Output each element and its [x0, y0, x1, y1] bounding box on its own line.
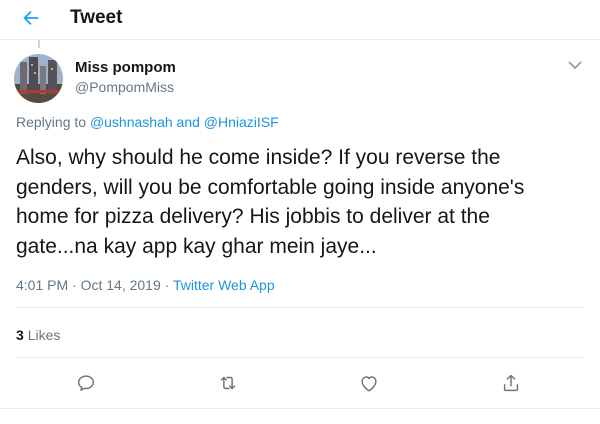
replying-and[interactable]: and [177, 114, 200, 130]
tweet-meta: 4:01 PM · Oct 14, 2019 · Twitter Web App [16, 277, 275, 293]
timestamp[interactable]: 4:01 PM · Oct 14, 2019 [16, 277, 161, 293]
mention-link-1[interactable]: @ushnashah [90, 114, 173, 130]
author-handle[interactable]: @PompomMiss [75, 79, 174, 95]
share-icon[interactable] [500, 372, 522, 394]
back-arrow-icon[interactable] [20, 7, 42, 29]
avatar[interactable] [14, 54, 63, 103]
replying-prefix: Replying to [16, 114, 87, 130]
divider [16, 357, 584, 358]
bottom-border [0, 408, 600, 409]
like-icon[interactable] [358, 372, 380, 394]
likes-count: 3 [16, 327, 24, 343]
avatar-photo [14, 54, 63, 103]
thread-connector-line [38, 40, 40, 48]
tweet-text-line: gate...na kay app kay ghar mein jaye... [16, 234, 377, 258]
tweet-text-line: Also, why should he come inside? If you … [16, 146, 501, 169]
page-title: Tweet [70, 7, 123, 28]
tweet-text-line: genders, will you be comfortable going i… [16, 175, 525, 199]
author-name[interactable]: Miss pompom [75, 59, 176, 76]
meta-separator: · [164, 277, 170, 293]
reply-icon[interactable] [75, 372, 97, 394]
likes-label: Likes [27, 327, 61, 343]
divider [16, 307, 584, 308]
chevron-down-icon[interactable] [567, 58, 583, 72]
tweet-text: Also, why should he come inside? If you … [16, 143, 586, 261]
tweet-header: Tweet [0, 0, 600, 40]
replying-to: Replying to @ushnashah and @HniaziISF [16, 114, 279, 130]
source-app-link[interactable]: Twitter Web App [173, 277, 275, 293]
tweet-text-line: home for pizza delivery? His jobbis to d… [16, 205, 490, 228]
retweet-icon[interactable] [217, 372, 239, 394]
mention-link-2[interactable]: @HniaziISF [204, 114, 279, 130]
likes-count-link[interactable]: 3 Likes [16, 327, 60, 343]
